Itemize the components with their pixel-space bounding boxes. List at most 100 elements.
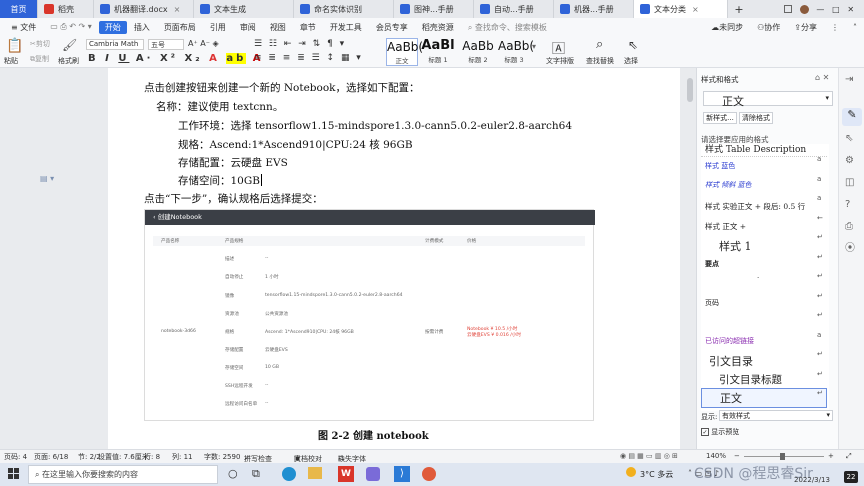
collab-button[interactable]: ⚇协作 xyxy=(750,22,787,33)
style-item[interactable]: 样式 正文 + xyxy=(705,221,746,232)
tab-doc[interactable]: 机器翻译.docx × xyxy=(94,0,194,18)
menu-page-layout[interactable]: 页面布局 xyxy=(157,22,203,33)
edge-icon[interactable] xyxy=(282,467,296,481)
sync-status[interactable]: ☁未同步 xyxy=(704,22,750,33)
collapse-icon[interactable]: ⇥ xyxy=(845,74,853,85)
quick-access-icons[interactable]: ▭ ⎙ ↶ ↷ ▾ xyxy=(43,22,99,32)
vscode-icon[interactable]: ⟩ xyxy=(394,466,410,482)
cortana-icon[interactable]: ○ xyxy=(228,467,238,480)
vertical-scrollbar[interactable] xyxy=(687,78,693,102)
more-icon[interactable]: ⋮ xyxy=(824,23,846,32)
layout-icon[interactable] xyxy=(783,5,792,13)
preview-checkbox[interactable]: ✓ 显示预览 xyxy=(701,427,739,437)
windows-start-icon[interactable] xyxy=(8,468,20,480)
search-command[interactable]: ⌕ 查找命令、搜索模板 xyxy=(461,22,554,33)
close-window-icon[interactable]: ✕ xyxy=(847,5,854,14)
menu-start[interactable]: 开始 xyxy=(98,20,127,34)
paste-icon[interactable]: 📋 xyxy=(6,38,23,54)
zoom-plus-icon[interactable]: + xyxy=(828,452,834,460)
minimize-icon[interactable]: — xyxy=(816,5,824,14)
status-row[interactable]: 行: 8 xyxy=(144,452,160,462)
app-icon[interactable] xyxy=(366,467,380,481)
copy-button[interactable]: ⧉复制 xyxy=(30,54,49,64)
wps-icon[interactable]: W xyxy=(338,466,354,482)
status-page[interactable]: 页码: 4 xyxy=(4,452,27,462)
close-icon[interactable]: × xyxy=(174,5,181,14)
style-item[interactable]: 样式 1 xyxy=(719,238,752,254)
style-item-selected[interactable]: 正文 xyxy=(701,388,827,408)
font-style-buttons[interactable]: B I U A· X² X₂ A ab A xyxy=(88,53,263,64)
tab-home[interactable]: 首页 xyxy=(0,0,38,18)
style-item[interactable]: 已访问的超链接 xyxy=(705,336,754,346)
style-item[interactable]: 样式 Table Description xyxy=(705,144,806,155)
paste-button[interactable]: 粘贴 xyxy=(4,56,18,66)
find-replace-button[interactable]: 查找替换 xyxy=(586,56,614,66)
weather-text[interactable]: 3°C 多云 xyxy=(640,469,673,480)
list-buttons[interactable]: ☰ ☷ ⇤ ⇥ ⇅ ¶ ▾ xyxy=(254,39,346,49)
tab-doc-active[interactable]: 文本分类 × xyxy=(634,0,728,18)
close-icon[interactable]: × xyxy=(692,5,699,14)
current-style-select[interactable]: 正文 ▾ xyxy=(703,91,833,108)
taskbar-date[interactable]: 2022/3/13 xyxy=(794,476,830,484)
status-setting[interactable]: 设置值: 7.6厘米 xyxy=(98,452,149,462)
zoom-level[interactable]: 140% xyxy=(706,452,726,460)
text-layout-icon[interactable]: 🄰 xyxy=(552,38,565,57)
style-item[interactable]: 要点 xyxy=(705,259,719,269)
menu-review[interactable]: 审阅 xyxy=(233,22,263,33)
text-layout-button[interactable]: 文字排版 xyxy=(546,56,574,66)
zoom-minus-icon[interactable]: − xyxy=(734,452,740,460)
pane-controls-icon[interactable]: ⌂ ✕ xyxy=(815,73,829,82)
menu-daoke-resources[interactable]: 稻壳资源 xyxy=(415,22,461,33)
font-grow-shrink-icons[interactable]: A⁺ A⁻ ◈ xyxy=(188,39,219,48)
select-icon[interactable]: ⇖ xyxy=(628,38,638,52)
status-pages[interactable]: 页面: 6/18 xyxy=(34,452,68,462)
cut-button[interactable]: ✂剪切 xyxy=(30,39,50,49)
collapse-ribbon-icon[interactable]: ˄ xyxy=(846,23,864,32)
menu-view[interactable]: 视图 xyxy=(263,22,293,33)
share-button[interactable]: ⇪分享 xyxy=(787,22,824,33)
format-painter-icon[interactable]: 🖌 xyxy=(62,38,77,52)
file-explorer-icon[interactable] xyxy=(308,467,322,479)
select-button[interactable]: 选择 xyxy=(624,56,638,66)
paragraph-mark-icon[interactable]: ▤ ▾ xyxy=(40,174,54,183)
fit-icon[interactable]: ⤢ xyxy=(846,452,852,461)
font-family-select[interactable]: Cambria Math xyxy=(86,39,144,50)
tab-doc[interactable]: 自动...手册 xyxy=(474,0,554,18)
style-item[interactable]: 页码 xyxy=(705,298,719,308)
app-icon[interactable] xyxy=(422,467,436,481)
status-col[interactable]: 列: 11 xyxy=(172,452,193,462)
notification-badge[interactable]: 22 xyxy=(844,471,858,483)
menu-member[interactable]: 会员专享 xyxy=(369,22,415,33)
menu-dev-tools[interactable]: 开发工具 xyxy=(323,22,369,33)
style-heading-3[interactable]: AaBb(标题 3 xyxy=(498,38,534,66)
task-view-icon[interactable]: ⧉ xyxy=(252,467,260,481)
style-item[interactable]: 样式 实验正文 + 段后: 0.5 行 xyxy=(705,201,805,212)
clear-format-button[interactable]: 清除格式 xyxy=(739,112,773,124)
style-normal[interactable]: AaBb(正文 xyxy=(386,38,423,66)
align-buttons[interactable]: ≡ ≣ ≡ ≣ ☰ ↕ ▦ ▾ xyxy=(254,53,363,63)
style-item[interactable]: 样式 蓝色 xyxy=(705,161,735,171)
zoom-slider-thumb[interactable] xyxy=(780,453,785,460)
maximize-icon[interactable]: □ xyxy=(832,5,840,14)
style-item[interactable]: 引文目录 xyxy=(709,353,753,369)
style-item[interactable]: 样式 倾斜 蓝色 xyxy=(705,180,751,190)
style-pane-icon[interactable]: ✎ xyxy=(842,108,862,126)
tool-icons[interactable]: ⇖ ⚙ ◫? ⎙ ⦿ xyxy=(845,128,855,260)
taskbar-search-input[interactable]: ⌕ 在这里输入你要搜索的内容 xyxy=(28,465,218,484)
tab-doc[interactable]: 文本生成 xyxy=(194,0,294,18)
find-replace-icon[interactable]: ⌕ xyxy=(596,37,603,52)
tab-doc[interactable]: 图神...手册 xyxy=(394,0,474,18)
menu-chapter[interactable]: 章节 xyxy=(293,22,323,33)
font-size-select[interactable]: 五号 xyxy=(148,39,184,50)
new-style-button[interactable]: 新样式... xyxy=(703,112,737,124)
avatar[interactable] xyxy=(799,4,809,14)
status-words[interactable]: 字数: 2590 xyxy=(204,452,240,462)
style-item[interactable]: 引文目录标题 xyxy=(719,372,782,387)
tab-doc[interactable]: 机器...手册 xyxy=(554,0,634,18)
style-heading-2[interactable]: AaBb 标题 2 xyxy=(460,38,496,66)
style-item[interactable]: . xyxy=(757,272,759,280)
tab-doc[interactable]: 命名实体识别 xyxy=(294,0,394,18)
menu-insert[interactable]: 插入 xyxy=(127,22,157,33)
view-mode-icons[interactable]: ◉ ▤ ▦ ▭ ▥ ◎ ⊞ xyxy=(620,452,678,460)
menu-file[interactable]: ≡ 文件 xyxy=(4,22,43,33)
